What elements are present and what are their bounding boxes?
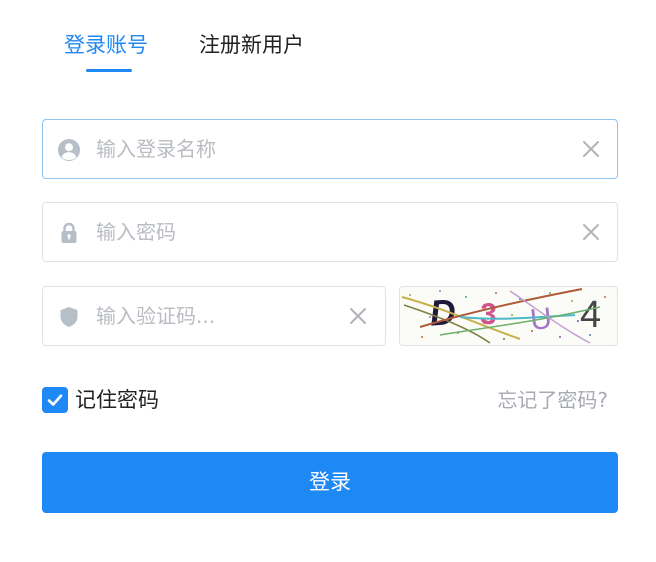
username-input[interactable]	[96, 120, 566, 178]
checkbox-checked-icon[interactable]	[42, 387, 68, 413]
remember-me-label: 记住密码	[75, 388, 159, 412]
user-icon	[57, 138, 81, 162]
clear-captcha-icon[interactable]	[348, 306, 368, 326]
captcha-input[interactable]	[96, 287, 336, 345]
username-field	[42, 119, 618, 179]
forgot-password-link[interactable]: 忘记了密码?	[497, 386, 608, 414]
clear-password-icon[interactable]	[581, 222, 601, 242]
tab-register[interactable]: 注册新用户	[199, 28, 304, 62]
tab-login[interactable]: 登录账号	[64, 28, 148, 62]
password-input[interactable]	[96, 203, 566, 261]
shield-icon	[57, 305, 81, 329]
lock-icon	[57, 221, 81, 245]
captcha-char-4: 4	[580, 294, 601, 336]
password-field	[42, 202, 618, 262]
active-tab-indicator	[86, 69, 132, 72]
clear-username-icon[interactable]	[581, 139, 601, 159]
login-panel: 登录账号 注册新用户 输入登录名称 输入验证码... D 3 U 4 记住密码 …	[0, 0, 656, 562]
remember-me-checkbox[interactable]: 记住密码	[42, 387, 159, 413]
captcha-image[interactable]: D 3 U 4	[399, 286, 618, 346]
captcha-char-1: D	[428, 291, 457, 334]
captcha-field	[42, 286, 386, 346]
login-button[interactable]: 登录	[42, 452, 618, 513]
